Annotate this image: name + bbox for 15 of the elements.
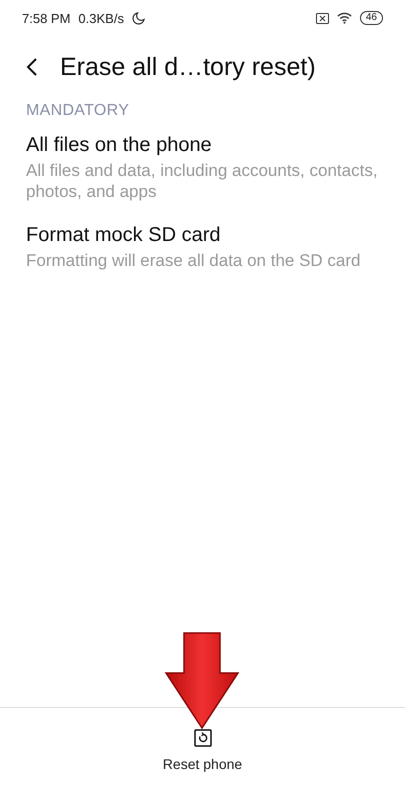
reset-phone-button[interactable]: Reset phone — [162, 728, 242, 772]
status-time: 7:58 PM — [22, 10, 70, 26]
back-button[interactable] — [26, 57, 38, 77]
section-title: MANDATORY — [26, 102, 130, 120]
network-speed: 0.3KB/s — [78, 10, 124, 26]
battery-level: 46 — [360, 11, 383, 25]
item-title: Format mock SD card — [26, 224, 222, 247]
item-description: All files and data, including accounts, contacts, photos, and apps — [26, 160, 379, 202]
wifi-icon — [336, 12, 352, 24]
item-description: Formatting will erase all data on the SD card — [26, 250, 362, 271]
moon-icon — [132, 12, 145, 24]
no-sim-icon — [316, 12, 329, 24]
item-title: All files on the phone — [26, 134, 213, 157]
page-title: Erase all d…tory reset) — [60, 52, 316, 82]
reset-icon — [194, 728, 212, 746]
